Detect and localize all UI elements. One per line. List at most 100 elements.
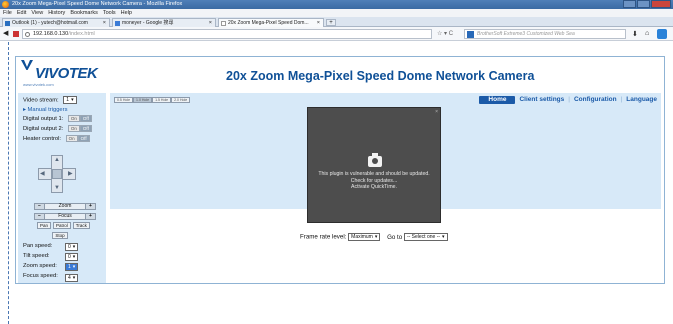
window-controls xyxy=(622,0,671,9)
heater-off[interactable]: Off xyxy=(77,135,90,142)
arrow-left-icon[interactable]: ◀ xyxy=(40,171,45,177)
zoom-control: − Zoom + xyxy=(34,203,96,210)
menu-edit[interactable]: Edit xyxy=(17,9,26,17)
res-button-3[interactable]: 1.5 Hole xyxy=(152,97,172,103)
stop-icon[interactable] xyxy=(13,31,19,37)
frame-rate-row: Frame rate level: Maximum Go to -- Selec… xyxy=(300,233,448,241)
close-window-button[interactable] xyxy=(651,0,671,8)
heater-on[interactable]: On xyxy=(65,135,78,142)
focus-label: Focus xyxy=(58,213,72,219)
pan-speed-label: Pan speed: xyxy=(23,243,53,249)
res-button-2[interactable]: 1.0 Hole xyxy=(133,97,153,103)
plugin-message-line3[interactable]: Activate QuickTime. xyxy=(308,184,440,191)
menu-file[interactable]: File xyxy=(3,9,12,17)
home-link[interactable]: Home xyxy=(479,96,516,104)
search-input[interactable]: BrotherSoft Extreme3 Customized Web Sea xyxy=(464,29,626,39)
arrow-right-icon[interactable]: ▶ xyxy=(68,171,73,177)
menu-bookmarks[interactable]: Bookmarks xyxy=(70,9,98,17)
focus-far-button[interactable]: + xyxy=(85,214,95,219)
menu-history[interactable]: History xyxy=(48,9,65,17)
video-stream-select[interactable]: 1 xyxy=(63,96,77,104)
brand-subtitle: www.vivotek.com xyxy=(23,82,54,87)
download-icon[interactable]: ⬇ xyxy=(632,30,638,38)
tilt-speed-select[interactable]: 0 xyxy=(65,253,79,261)
tab-close-icon[interactable]: × xyxy=(209,19,212,27)
camera-header: VIVOTEK www.vivotek.com 20x Zoom Mega-Pi… xyxy=(16,57,664,90)
new-tab-button[interactable]: + xyxy=(326,19,336,26)
track-button[interactable]: Track xyxy=(72,222,90,229)
window-title: 20x Zoom Mega-Pixel Speed Dome Network C… xyxy=(12,1,183,7)
menu-view[interactable]: View xyxy=(31,9,43,17)
globe-icon xyxy=(25,32,30,37)
plugin-close-icon[interactable]: × xyxy=(435,109,438,115)
tab-label: moneyer - Google 搜尋 xyxy=(122,20,174,26)
url-path: /index.html xyxy=(68,31,95,37)
focus-control: − Focus + xyxy=(34,213,96,220)
video-stream-label: Video stream: xyxy=(23,97,59,104)
pan-speed-row: Pan speed: 0 xyxy=(23,243,79,251)
ptz-home-button[interactable] xyxy=(52,169,62,179)
pan-button[interactable]: Pan xyxy=(37,222,52,229)
zoom-speed-label: Zoom speed: xyxy=(23,263,57,269)
language-link[interactable]: Language xyxy=(626,96,657,104)
digital-output2-on[interactable]: On xyxy=(67,125,80,132)
focus-speed-row: Focus speed: 4 xyxy=(23,273,79,282)
zoom-label: Zoom xyxy=(58,203,72,209)
focus-speed-label: Focus speed: xyxy=(23,273,58,279)
arrow-down-icon[interactable]: ▼ xyxy=(54,185,60,191)
tab-close-icon[interactable]: × xyxy=(103,19,106,27)
video-stream-row: Video stream: 1 xyxy=(23,96,77,104)
menu-help[interactable]: Help xyxy=(121,9,132,17)
res-button-4[interactable]: 2.0 Hole xyxy=(171,97,191,103)
menu-separator: | xyxy=(620,96,623,103)
tab-close-icon[interactable]: × xyxy=(317,19,320,27)
menu-tools[interactable]: Tools xyxy=(103,9,116,17)
goto-select[interactable]: -- Select one -- xyxy=(403,233,448,241)
focus-near-button[interactable]: − xyxy=(35,214,45,219)
digital-output2-off[interactable]: Off xyxy=(79,125,92,132)
tilt-speed-label: Tilt speed: xyxy=(23,253,50,259)
digital-output1-row: Digital output 1: On Off xyxy=(23,115,92,122)
focus-speed-select[interactable]: 4 xyxy=(65,274,79,282)
digital-output2-label: Digital output 2: xyxy=(23,126,64,133)
zoom-in-button[interactable]: + xyxy=(85,204,95,209)
tilt-speed-row: Tilt speed: 0 xyxy=(23,253,79,261)
digital-output1-on[interactable]: On xyxy=(67,115,80,122)
heater-control-label: Heater control: xyxy=(23,136,62,143)
digital-output1-label: Digital output 1: xyxy=(23,116,64,123)
zoom-out-button[interactable]: − xyxy=(35,204,45,209)
top-menu: Home Client settings | Configuration | L… xyxy=(479,96,657,104)
tab-camera[interactable]: 20x Zoom Mega-Pixel Speed Dom... × xyxy=(218,18,324,27)
tab-bar: Outlook (1) - yutech@hotmail.com × money… xyxy=(0,17,673,27)
pan-speed-select[interactable]: 0 xyxy=(65,243,79,251)
configuration-link[interactable]: Configuration xyxy=(574,96,617,104)
res-button-1[interactable]: 0.5 Hole xyxy=(114,97,134,103)
frame-rate-select[interactable]: Maximum xyxy=(348,233,381,241)
zoom-speed-row: Zoom speed: 1 xyxy=(23,263,79,271)
home-icon[interactable]: ⌂ xyxy=(645,30,649,37)
address-bar[interactable]: 192.168.0.130/index.html xyxy=(22,29,432,39)
heater-control-row: Heater control: On Off xyxy=(23,135,90,142)
tab-google-search[interactable]: moneyer - Google 搜尋 × xyxy=(112,18,216,27)
zoom-speed-select[interactable]: 1 xyxy=(65,263,79,271)
tab-outlook[interactable]: Outlook (1) - yutech@hotmail.com × xyxy=(2,18,110,27)
manual-triggers-link[interactable]: ▸ Manual triggers xyxy=(23,107,67,113)
arrow-up-icon[interactable]: ▲ xyxy=(54,157,60,163)
digital-output1-off[interactable]: Off xyxy=(79,115,92,122)
google-icon xyxy=(115,21,120,26)
stop-button[interactable]: Stop xyxy=(52,232,68,239)
extension-icon[interactable] xyxy=(657,29,667,39)
client-settings-link[interactable]: Client settings xyxy=(519,96,564,104)
camera-page: VIVOTEK www.vivotek.com 20x Zoom Mega-Pi… xyxy=(15,56,665,284)
plugin-message[interactable]: This plugin is vulnerable and should be … xyxy=(308,171,440,191)
vivotek-logo-icon xyxy=(21,60,33,70)
minimize-button[interactable] xyxy=(623,0,636,8)
page-title: 20x Zoom Mega-Pixel Speed Dome Network C… xyxy=(226,69,535,83)
maximize-button[interactable] xyxy=(637,0,650,8)
url-action-icons[interactable]: ☆ ▾ C xyxy=(437,30,453,37)
patrol-button[interactable]: Patrol xyxy=(53,222,71,229)
video-plugin-area[interactable]: × This plugin is vulnerable and should b… xyxy=(307,107,441,223)
back-arrow-icon[interactable]: ◀ xyxy=(3,30,11,38)
quicktime-icon xyxy=(368,153,382,167)
resolution-buttons: 0.5 Hole 1.0 Hole 1.5 Hole 2.0 Hole xyxy=(114,97,191,103)
